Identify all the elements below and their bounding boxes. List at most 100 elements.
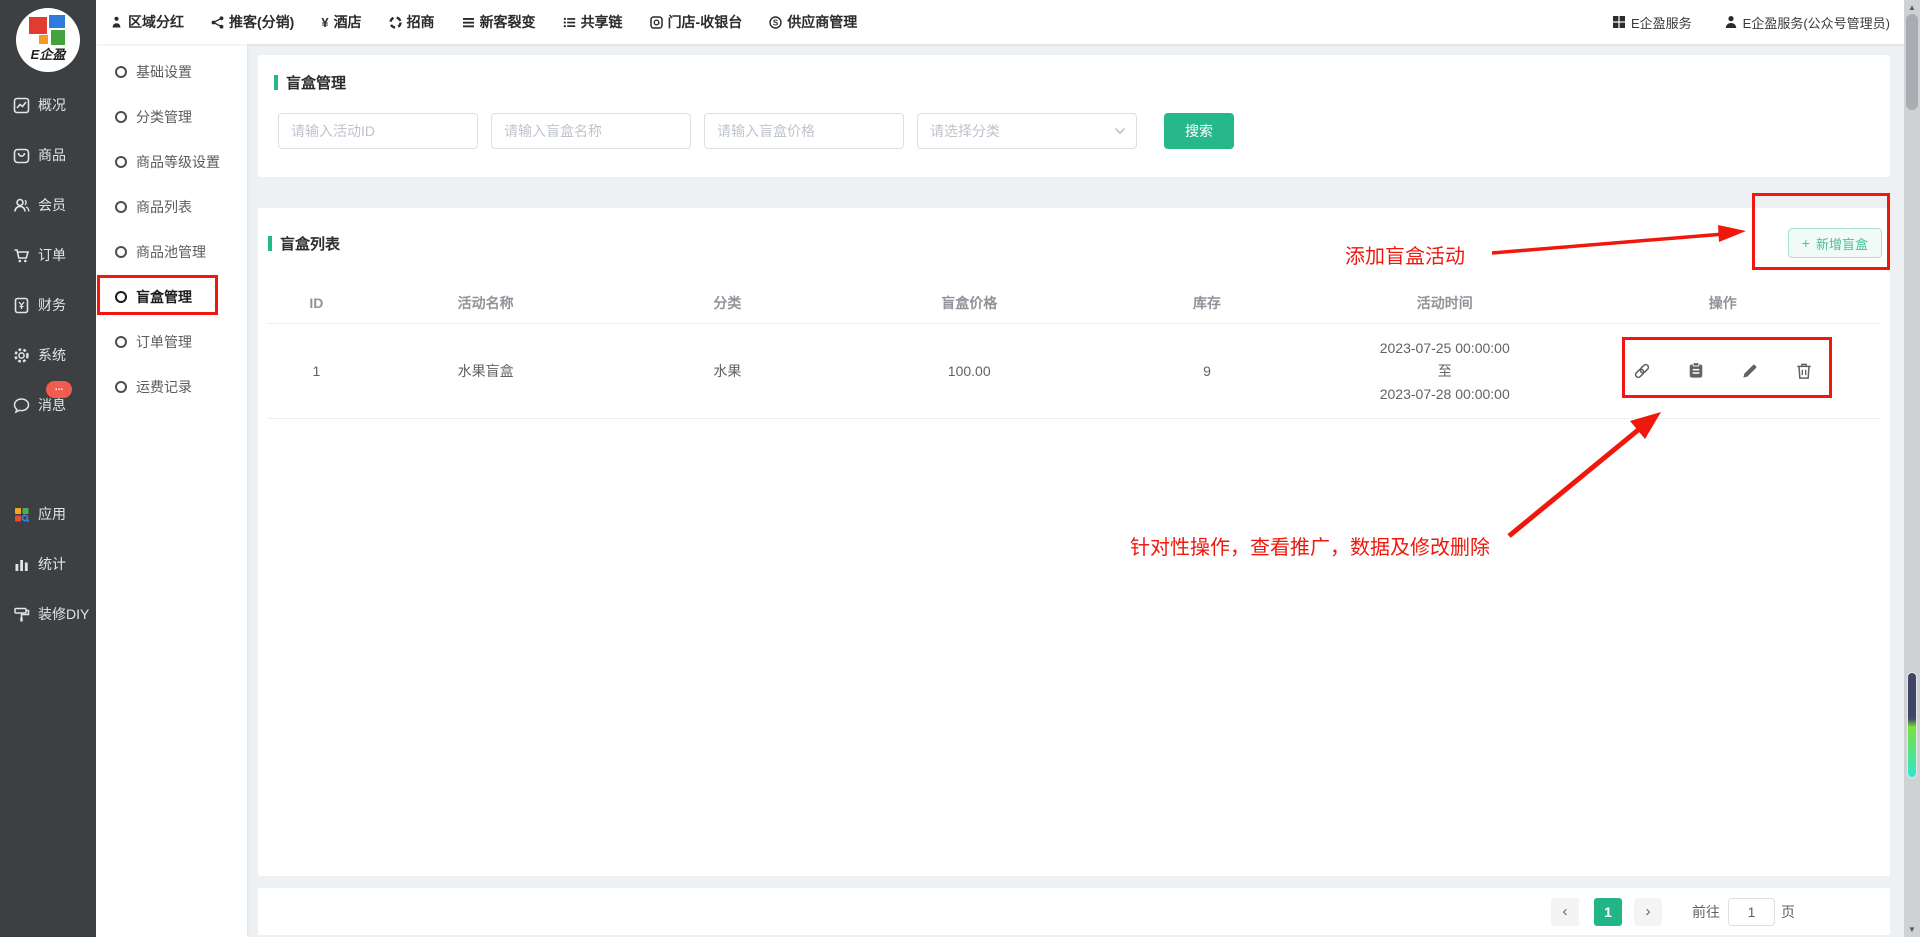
radio-circle-icon bbox=[115, 111, 127, 123]
browser-scrollbar[interactable]: ▲ ▼ bbox=[1904, 0, 1920, 937]
table-header-row: ID 活动名称 分类 盲盒价格 库存 活动时间 操作 bbox=[268, 282, 1880, 324]
submenu-item-order-manage[interactable]: 订单管理 bbox=[96, 319, 247, 364]
service-menu[interactable]: E企盈服务 bbox=[1612, 13, 1692, 32]
list-panel: 盲盒列表 + 新增盲盒 ID 活动名称 分类 盲盒价格 bbox=[258, 208, 1890, 876]
add-blindbox-button[interactable]: + 新增盲盒 bbox=[1788, 228, 1882, 258]
sidebar-item-system[interactable]: 系统 bbox=[0, 330, 96, 380]
submenu-item-goods-list[interactable]: 商品列表 bbox=[96, 184, 247, 229]
next-page-button[interactable]: › bbox=[1634, 898, 1662, 926]
svg-text:S: S bbox=[773, 18, 779, 27]
cell-activity-time: 2023-07-25 00:00:00 至 2023-07-28 00:00:0… bbox=[1324, 337, 1566, 406]
diy-icon bbox=[13, 606, 30, 623]
blindbox-table: ID 活动名称 分类 盲盒价格 库存 活动时间 操作 1 水果盲盒 水果 bbox=[268, 282, 1880, 419]
sidebar-item-goods[interactable]: 商品 bbox=[0, 130, 96, 180]
store-icon bbox=[650, 16, 663, 29]
cell-category: 水果 bbox=[607, 361, 849, 381]
submenu-item-freight-record[interactable]: 运费记录 bbox=[96, 364, 247, 409]
sidebar-item-apps[interactable]: 应用 bbox=[0, 489, 96, 539]
sidebar-item-label: 财务 bbox=[38, 295, 66, 315]
list-panel-title: 盲盒列表 bbox=[268, 233, 340, 254]
nav-item-promoter[interactable]: 推客(分销) bbox=[211, 12, 294, 32]
top-nav-right: E企盈服务 E企盈服务(公众号管理员) bbox=[1612, 13, 1890, 32]
blindbox-name-input[interactable] bbox=[491, 113, 691, 149]
submenu-item-label: 商品列表 bbox=[136, 197, 192, 217]
chevron-down-icon bbox=[1114, 127, 1126, 135]
search-button[interactable]: 搜索 bbox=[1164, 113, 1234, 149]
goods-icon bbox=[13, 147, 30, 164]
user-icon bbox=[1724, 15, 1738, 29]
sidebar-item-finance[interactable]: 财务 bbox=[0, 280, 96, 330]
delete-icon[interactable] bbox=[1794, 361, 1814, 381]
account-menu[interactable]: E企盈服务(公众号管理员) bbox=[1724, 13, 1890, 32]
submenu-item-basic-settings[interactable]: 基础设置 bbox=[96, 49, 247, 94]
nav-item-hotel[interactable]: ¥ 酒店 bbox=[321, 12, 361, 32]
sidebar-item-label: 装修DIY bbox=[38, 604, 89, 624]
main-sidebar: E企盈 概况 商品 会员 订单 财务 系统 消息 bbox=[0, 0, 96, 937]
plus-icon: + bbox=[1802, 235, 1810, 251]
scroll-up-icon[interactable]: ▲ bbox=[1904, 3, 1920, 12]
list-head: 盲盒列表 + 新增盲盒 bbox=[258, 228, 1890, 258]
submenu-item-label: 商品池管理 bbox=[136, 242, 206, 262]
nav-item-supplier[interactable]: S 供应商管理 bbox=[769, 12, 857, 32]
nav-item-region-dividend[interactable]: 区域分红 bbox=[110, 12, 184, 32]
investment-icon bbox=[389, 16, 402, 29]
list-panel-title-text: 盲盒列表 bbox=[280, 233, 340, 254]
promoter-icon bbox=[211, 16, 224, 29]
logo-block-green bbox=[51, 30, 65, 45]
nav-item-label: 推客(分销) bbox=[229, 12, 294, 32]
nav-item-fission[interactable]: 新客裂变 bbox=[462, 12, 536, 32]
clipboard-icon[interactable] bbox=[1686, 361, 1706, 381]
radio-circle-icon bbox=[115, 246, 127, 258]
edit-icon[interactable] bbox=[1740, 361, 1760, 381]
submenu-item-goods-level[interactable]: 商品等级设置 bbox=[96, 139, 247, 184]
nav-item-investment[interactable]: 招商 bbox=[389, 12, 435, 32]
link-icon[interactable] bbox=[1632, 361, 1652, 381]
pagination-bar: ‹ 1 › 前往 页 bbox=[258, 888, 1890, 935]
order-icon bbox=[13, 247, 30, 264]
sidebar-item-stats[interactable]: 统计 bbox=[0, 539, 96, 589]
sidebar-item-diy[interactable]: 装修DIY bbox=[0, 589, 96, 639]
submenu-item-label: 商品等级设置 bbox=[136, 152, 220, 172]
column-header-time: 活动时间 bbox=[1324, 293, 1566, 313]
search-panel-title: 盲盒管理 bbox=[274, 72, 1874, 93]
sidebar-item-member[interactable]: 会员 bbox=[0, 180, 96, 230]
nav-item-label: 门店-收银台 bbox=[668, 12, 743, 32]
radio-circle-icon bbox=[115, 156, 127, 168]
submenu-item-goods-pool[interactable]: 商品池管理 bbox=[96, 229, 247, 274]
category-select[interactable]: 请选择分类 bbox=[917, 113, 1137, 149]
nav-item-store-cashier[interactable]: 门店-收银台 bbox=[650, 12, 743, 32]
sidebar-item-overview[interactable]: 概况 bbox=[0, 80, 96, 130]
submenu-item-blindbox[interactable]: 盲盒管理 bbox=[96, 274, 247, 319]
apps-icon bbox=[13, 506, 30, 523]
radio-circle-icon bbox=[115, 201, 127, 213]
submenu-item-label: 运费记录 bbox=[136, 377, 192, 397]
nav-item-label: 共享链 bbox=[581, 12, 623, 32]
current-page-button[interactable]: 1 bbox=[1594, 898, 1622, 926]
right-part: 区域分红 推客(分销) ¥ 酒店 招商 新客裂变 共享链 bbox=[96, 0, 1920, 937]
nav-item-share-chain[interactable]: 共享链 bbox=[563, 12, 623, 32]
sidebar-item-message[interactable]: 消息 ... bbox=[0, 380, 96, 430]
sidebar-item-order[interactable]: 订单 bbox=[0, 230, 96, 280]
column-header-price: 盲盒价格 bbox=[848, 293, 1090, 313]
column-header-id: ID bbox=[268, 295, 365, 311]
cell-actions bbox=[1566, 361, 1880, 381]
sidebar-item-label: 订单 bbox=[38, 245, 66, 265]
blindbox-price-input[interactable] bbox=[704, 113, 904, 149]
logo-text: E企盈 bbox=[16, 44, 80, 63]
submenu-item-label: 订单管理 bbox=[136, 332, 192, 352]
goto-label: 前往 bbox=[1692, 902, 1720, 922]
activity-id-input[interactable] bbox=[278, 113, 478, 149]
prev-page-button[interactable]: ‹ bbox=[1551, 898, 1579, 926]
goto-page-input[interactable] bbox=[1728, 898, 1775, 926]
nav-item-label: 招商 bbox=[407, 12, 435, 32]
scroll-down-icon[interactable]: ▼ bbox=[1904, 925, 1920, 934]
category-select-placeholder: 请选择分类 bbox=[930, 121, 1000, 141]
submenu-item-category[interactable]: 分类管理 bbox=[96, 94, 247, 139]
title-bar-icon bbox=[268, 236, 272, 251]
scrollbar-thumb[interactable] bbox=[1906, 14, 1918, 110]
message-icon bbox=[13, 397, 30, 414]
nav-item-label: 酒店 bbox=[334, 12, 362, 32]
overview-icon bbox=[13, 97, 30, 114]
share-chain-icon bbox=[563, 16, 576, 29]
logo[interactable]: E企盈 bbox=[0, 0, 96, 80]
